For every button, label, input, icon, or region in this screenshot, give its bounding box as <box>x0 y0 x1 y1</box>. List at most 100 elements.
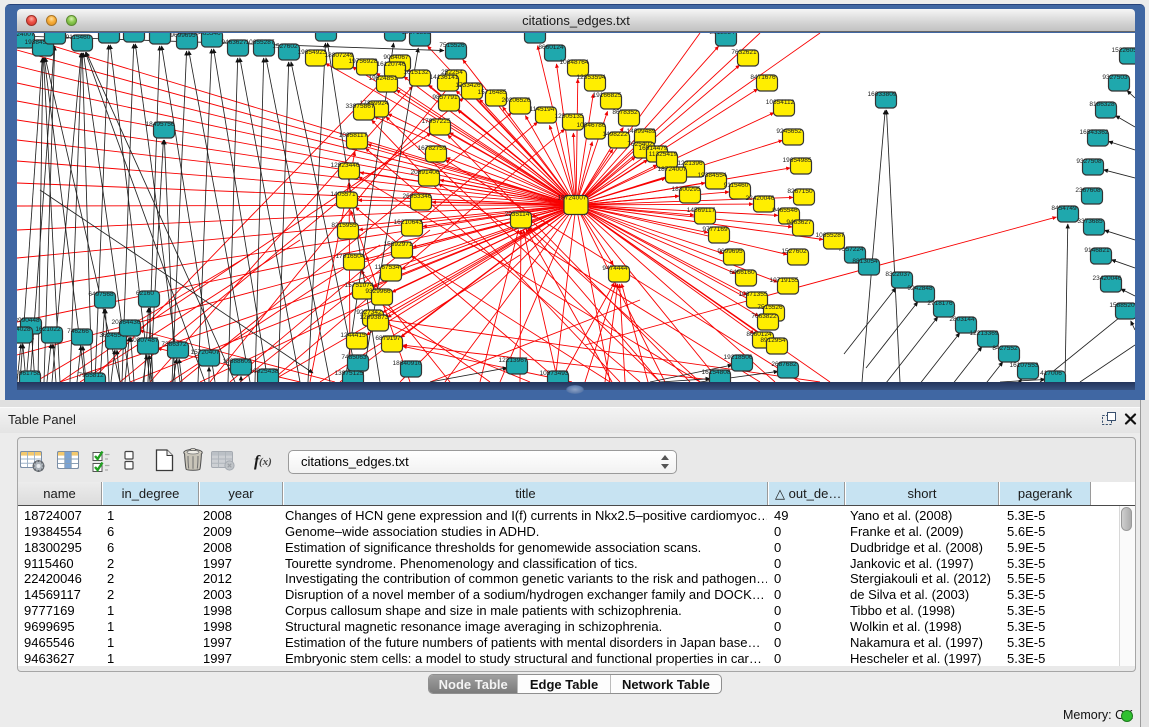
svg-text:(x): (x) <box>259 456 272 468</box>
svg-text:7485063: 7485063 <box>341 354 367 361</box>
svg-text:10961758: 10961758 <box>17 370 41 377</box>
svg-text:16154808: 16154808 <box>702 369 731 376</box>
svg-text:9465546: 9465546 <box>195 33 221 37</box>
svg-text:7663822: 7663822 <box>751 313 777 320</box>
svg-text:9777169: 9777169 <box>143 33 169 34</box>
svg-text:8678352: 8678352 <box>612 109 638 116</box>
svg-text:8912954: 8912954 <box>760 337 786 344</box>
svg-text:9327508: 9327508 <box>1076 158 1102 165</box>
svg-text:9474444: 9474444 <box>602 265 628 272</box>
svg-text:9777169: 9777169 <box>702 226 728 233</box>
svg-text:3373685: 3373685 <box>1077 218 1103 225</box>
svg-text:18724007: 18724007 <box>658 166 687 173</box>
svg-text:1405571: 1405571 <box>330 191 356 198</box>
svg-text:8267150: 8267150 <box>787 188 813 195</box>
svg-text:10958117: 10958117 <box>339 132 368 139</box>
svg-text:9699695: 9699695 <box>170 33 196 39</box>
svg-text:2687682: 2687682 <box>771 361 797 368</box>
svg-text:7955812: 7955812 <box>78 372 104 379</box>
svg-text:12213369: 12213369 <box>970 330 999 337</box>
svg-text:10688609: 10688609 <box>223 358 252 365</box>
svg-text:14569117: 14569117 <box>687 207 716 214</box>
svg-text:9327503: 9327503 <box>1102 74 1128 81</box>
svg-text:7515526: 7515526 <box>757 304 783 311</box>
svg-text:16210643: 16210643 <box>394 219 423 226</box>
svg-text:8813054: 8813054 <box>852 258 878 265</box>
svg-text:10655287: 10655287 <box>246 39 275 46</box>
svg-text:746266: 746266 <box>67 328 89 335</box>
svg-text:9146821: 9146821 <box>1084 247 1110 254</box>
svg-text:16120746: 16120746 <box>377 61 406 68</box>
svg-text:19654923: 19654923 <box>298 49 327 56</box>
svg-text:18724007: 18724007 <box>17 33 35 38</box>
svg-text:8471676: 8471676 <box>750 74 776 81</box>
svg-text:20364436: 20364436 <box>112 319 141 326</box>
svg-text:9465546: 9465546 <box>772 207 798 214</box>
svg-text:11325419: 11325419 <box>649 151 678 158</box>
svg-text:1615132: 1615132 <box>403 69 429 76</box>
svg-text:6794028: 6794028 <box>17 326 31 333</box>
svg-text:9245652: 9245652 <box>776 128 802 135</box>
svg-text:7515526: 7515526 <box>439 42 465 49</box>
svg-text:26053346: 26053346 <box>403 193 432 200</box>
svg-text:18300295: 18300295 <box>37 33 66 34</box>
svg-text:22420046: 22420046 <box>746 195 775 202</box>
svg-text:10648764: 10648764 <box>560 59 589 66</box>
svg-text:8454749: 8454749 <box>1051 205 1077 212</box>
svg-text:18495756: 18495756 <box>146 121 175 128</box>
svg-text:19384554: 19384554 <box>698 172 727 179</box>
svg-text:19166825: 19166825 <box>593 92 622 99</box>
svg-text:8215955: 8215955 <box>331 222 357 229</box>
svg-text:9084067: 9084067 <box>383 54 409 61</box>
svg-text:8660124: 8660124 <box>538 44 564 51</box>
svg-text:1244415: 1244415 <box>340 332 366 339</box>
svg-text:1167534: 1167534 <box>375 264 400 271</box>
svg-text:8912954: 8912954 <box>709 33 735 36</box>
svg-text:17957225: 17957225 <box>422 118 451 125</box>
svg-text:18724007: 18724007 <box>558 195 587 202</box>
svg-text:10654112: 10654112 <box>766 99 795 106</box>
svg-text:1527602: 1527602 <box>781 248 807 255</box>
svg-text:10719155: 10719155 <box>770 277 799 284</box>
svg-text:23420046: 23420046 <box>1093 275 1122 282</box>
svg-text:10025438: 10025438 <box>250 368 279 375</box>
svg-text:7632621: 7632621 <box>731 49 757 56</box>
svg-text:15692971: 15692971 <box>384 241 413 248</box>
svg-text:15720407: 15720407 <box>191 349 220 356</box>
svg-text:417006: 417006 <box>1040 370 1062 377</box>
svg-text:2367608: 2367608 <box>1075 187 1101 194</box>
svg-text:8186328: 8186328 <box>1089 101 1115 108</box>
svg-text:8322037: 8322037 <box>885 271 911 278</box>
svg-text:19756928: 19756928 <box>349 58 378 65</box>
svg-text:13975125: 13975125 <box>335 370 364 377</box>
svg-text:16033809: 16033809 <box>868 91 897 98</box>
svg-text:6879197: 6879197 <box>375 335 401 342</box>
svg-text:8427552: 8427552 <box>992 345 1018 352</box>
svg-text:9242848: 9242848 <box>907 285 933 292</box>
svg-text:20206526: 20206526 <box>502 97 531 104</box>
svg-text:12213967: 12213967 <box>499 357 528 364</box>
svg-text:18640910: 18640910 <box>393 360 422 367</box>
svg-text:2935114: 2935114 <box>505 211 530 218</box>
svg-text:10671355: 10671355 <box>739 291 768 298</box>
svg-text:10655287: 10655287 <box>816 232 845 239</box>
svg-text:9115460: 9115460 <box>724 182 749 189</box>
svg-text:12505135: 12505135 <box>555 113 584 120</box>
svg-text:15716485: 15716485 <box>478 89 507 96</box>
svg-text:19654985: 19654985 <box>783 157 812 164</box>
svg-text:14136141: 14136141 <box>430 74 459 81</box>
svg-text:8990448: 8990448 <box>17 317 40 324</box>
svg-text:2718176: 2718176 <box>927 300 953 307</box>
svg-text:12923446: 12923446 <box>331 162 360 169</box>
svg-text:12353594: 12353594 <box>577 74 606 81</box>
svg-text:16782759: 16782759 <box>418 145 447 152</box>
svg-text:14099489: 14099489 <box>627 128 656 135</box>
svg-text:1621022: 1621022 <box>35 326 61 333</box>
svg-text:1733426: 1733426 <box>455 82 481 89</box>
svg-text:9115460: 9115460 <box>66 34 91 41</box>
svg-text:1145194: 1145194 <box>530 106 555 113</box>
svg-text:18300295: 18300295 <box>672 186 701 193</box>
svg-text:2803144: 2803144 <box>949 316 975 323</box>
svg-text:62160: 62160 <box>136 290 154 297</box>
svg-text:1498222: 1498222 <box>602 131 628 138</box>
